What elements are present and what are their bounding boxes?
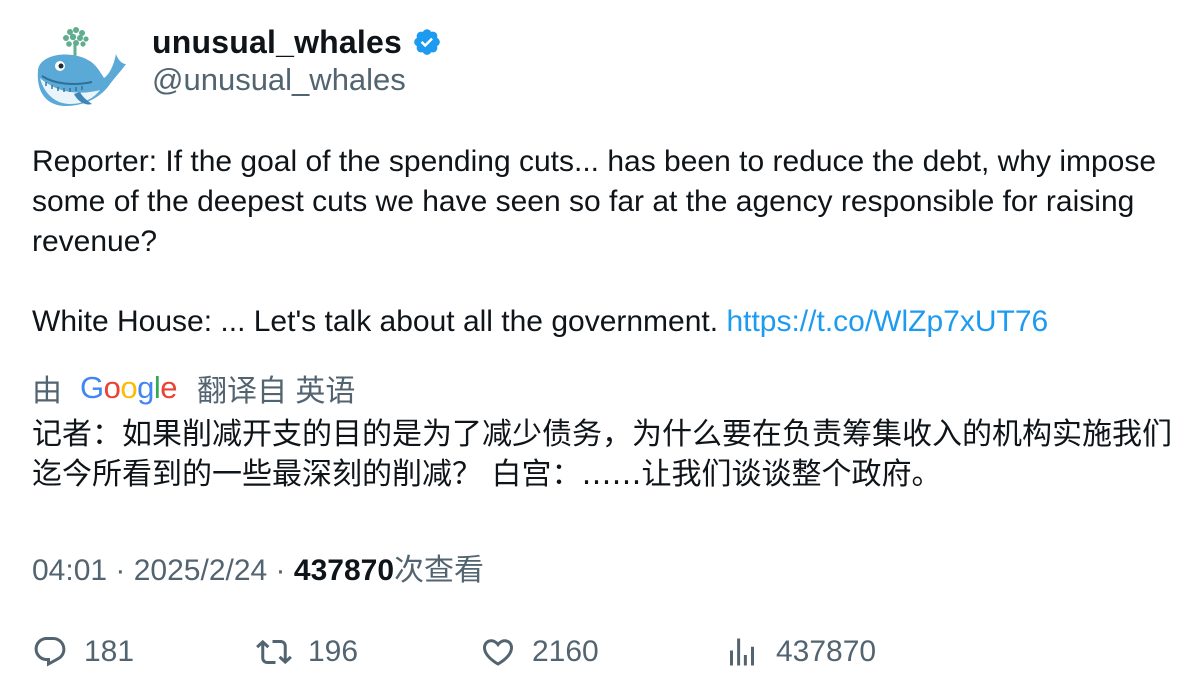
- tweet-paragraph-text: White House: ... Let's talk about all th…: [32, 305, 727, 338]
- avatar[interactable]: [30, 24, 126, 114]
- tweet-link[interactable]: https://t.co/WlZp7xUT76: [726, 305, 1048, 338]
- tweet-paragraph: Reporter: If the goal of the spending cu…: [32, 145, 1157, 258]
- reply-count: 181: [84, 635, 135, 668]
- translation-attribution[interactable]: 由 Google 翻译自 英语: [32, 366, 355, 410]
- like-button[interactable]: 2160: [480, 628, 599, 676]
- like-count: 2160: [532, 635, 599, 668]
- meta-separator: ·: [107, 554, 134, 587]
- verified-badge-icon: [412, 27, 442, 57]
- display-name[interactable]: unusual_whales: [152, 24, 402, 61]
- retweet-icon: [256, 639, 292, 665]
- tweet-meta: 04:01 · 2025/2/24 · 437870次查看: [32, 545, 484, 589]
- tweet-text: Reporter: If the goal of the spending cu…: [32, 142, 1172, 342]
- views-action-count: 437870: [776, 635, 877, 668]
- views-count: 437870: [293, 554, 394, 587]
- retweet-count: 196: [308, 635, 359, 668]
- tweet-paragraph: White House: ... Let's talk about all th…: [32, 302, 1172, 342]
- reply-button[interactable]: 181: [32, 628, 134, 676]
- heart-icon: [482, 639, 514, 666]
- reply-icon: [34, 637, 66, 667]
- google-logo: Google: [80, 370, 178, 405]
- whale-icon: [37, 27, 126, 106]
- translation-by-label: 由: [32, 375, 62, 408]
- analytics-icon: [730, 638, 754, 666]
- tweet-date[interactable]: 2025/2/24: [134, 554, 267, 587]
- views-label: 次查看: [394, 554, 484, 587]
- views-button[interactable]: 437870: [724, 628, 876, 676]
- tweet-time[interactable]: 04:01: [32, 554, 107, 587]
- meta-separator: ·: [267, 554, 294, 587]
- retweet-button[interactable]: 196: [256, 628, 358, 676]
- user-handle[interactable]: @unusual_whales: [152, 62, 406, 98]
- action-bar: 181 196 2160 437870: [32, 628, 1172, 676]
- translated-text: 记者：如果削减开支的目的是为了减少债务，为什么要在负责筹集收入的机构实施我们迄今…: [32, 417, 1172, 492]
- translation-source-label: 翻译自 英语: [197, 375, 356, 408]
